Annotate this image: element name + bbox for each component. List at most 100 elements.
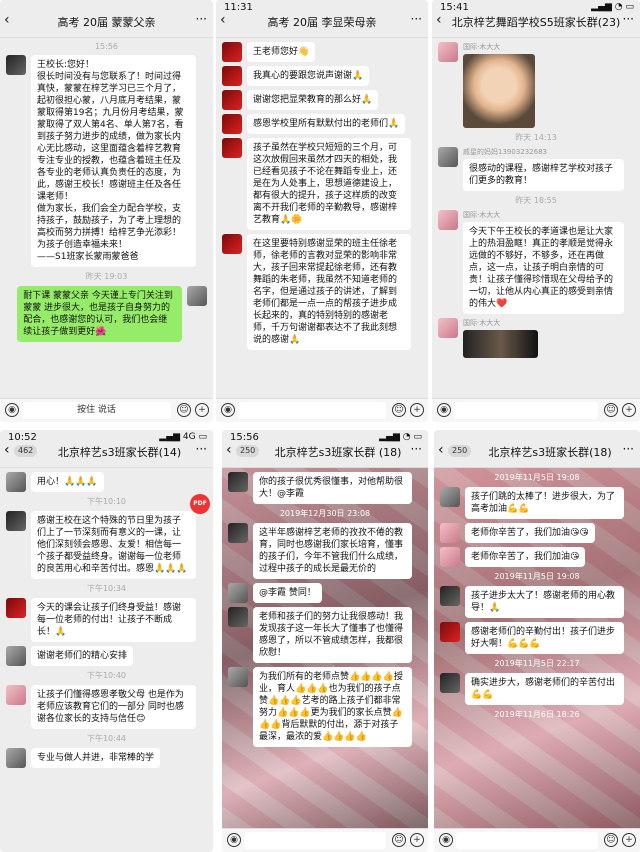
message-row: 谢谢您把显荣教育的那么好🙏 [222, 90, 422, 110]
message-input[interactable] [456, 832, 598, 849]
avatar[interactable] [6, 511, 26, 531]
avatar[interactable] [187, 286, 207, 306]
pdf-float-button[interactable]: PDF [190, 494, 210, 514]
message-bubble[interactable]: 确实进步大，感谢老师们的辛苦付出💪💪 [465, 673, 625, 705]
more-dots-icon[interactable]: ··· [411, 442, 422, 456]
avatar[interactable] [222, 234, 242, 254]
message-bubble[interactable]: 这半年感谢梓艺老师的孜孜不倦的教育，同时也感谢我们家长培育，懂事的孩子们，今年不… [253, 523, 413, 579]
message-bubble[interactable]: 你的孩子很优秀很懂事，对他帮助很大！@李霞 [253, 472, 413, 504]
message-bubble[interactable]: 老师和孩子们的努力让我很感动！我发现孩子这一年长大了懂事了也懂得感恩了，所以不管… [253, 607, 413, 663]
avatar[interactable] [222, 66, 242, 86]
avatar[interactable] [440, 622, 460, 642]
emoji-icon[interactable]: ☺ [604, 403, 618, 417]
avatar[interactable] [222, 90, 242, 110]
message-input[interactable] [244, 832, 386, 849]
message-bubble[interactable]: 专业与做人并进，非常棒的学 [31, 748, 161, 768]
avatar[interactable] [438, 147, 458, 167]
message-input[interactable] [238, 402, 386, 419]
message-bubble[interactable]: 为我们所有的老师点赞👍👍👍👍授业，育人👍👍👍也为我们的孩子点赞👍👍👍艺考的路上孩… [253, 667, 413, 747]
avatar[interactable] [440, 673, 460, 693]
input-bar: ◉ ☺ + [216, 398, 428, 422]
plus-icon[interactable]: + [195, 403, 209, 417]
more-dots-icon[interactable]: ··· [196, 12, 207, 26]
unread-badge: 250 [236, 445, 260, 457]
avatar[interactable] [228, 523, 248, 543]
emoji-icon[interactable]: ☺ [604, 833, 618, 847]
avatar[interactable] [228, 472, 248, 492]
avatar[interactable] [438, 210, 458, 230]
emoji-icon[interactable]: ☺ [392, 403, 406, 417]
back-chevron-icon[interactable]: ‹ [4, 442, 10, 458]
message-bubble[interactable]: 谢谢老师们的精心安排 [31, 646, 134, 666]
plus-icon[interactable]: + [410, 403, 424, 417]
message-bubble[interactable]: 耐下课 蒙蒙父亲 今天谨上专门关注到蒙蒙 进步很大，也是孩子自身努力的配合，也感… [17, 286, 182, 342]
message-list[interactable]: 国际·木大大 昨天 14:13 戚星的妈妈13903232683 很感动的课程，感… [432, 38, 640, 398]
message-bubble[interactable]: 用心！🙏🙏🙏 [31, 472, 104, 492]
message-bubble[interactable]: 老师你辛苦了，我们加油😘 [465, 547, 586, 567]
message-bubble[interactable]: 很感动的课程，感谢梓艺学校对孩子们更多的教育！ [463, 159, 624, 191]
voice-icon[interactable]: ◉ [437, 403, 451, 417]
message-bubble[interactable]: 在这里要特别感谢显荣的班主任徐老师，徐老师的言教对显荣的影响非常大，孩子回来常提… [247, 234, 411, 350]
avatar[interactable] [6, 685, 26, 705]
message-bubble[interactable]: 孩子进步太大了！感谢老师的用心教导！🙏 [465, 586, 625, 618]
more-dots-icon[interactable]: ··· [623, 442, 634, 456]
avatar[interactable] [6, 646, 26, 666]
more-dots-icon[interactable]: ··· [196, 442, 207, 456]
avatar[interactable] [440, 523, 460, 543]
message-bubble[interactable]: @李霞 赞同！ [253, 583, 322, 603]
back-chevron-icon[interactable]: ‹ [220, 12, 226, 28]
message-list[interactable]: 2019年11月5日 19:08 孩子们跳的太棒了！进步很大，为了高考加油💪💪 … [434, 468, 640, 828]
hold-to-talk-button[interactable]: 按住 说话 [22, 402, 171, 419]
message-input[interactable] [454, 402, 598, 419]
emoji-icon[interactable]: ☺ [177, 403, 191, 417]
message-bubble[interactable]: 孩子们跳的太棒了！进步很大，为了高考加油💪💪 [465, 487, 625, 519]
avatar[interactable] [440, 586, 460, 606]
message-bubble[interactable]: 王老师您好👋 [247, 42, 316, 62]
message-bubble[interactable]: 让孩子们懂得感恩孝敬父母 也是作为老师应该教育它们的一部分 同时也感谢各位家长的… [31, 685, 196, 729]
message-list[interactable]: 你的孩子很优秀很懂事，对他帮助很大！@李霞 2019年12月30日 23:08 … [222, 468, 428, 828]
avatar[interactable] [6, 748, 26, 768]
back-chevron-icon[interactable]: ‹ [438, 442, 444, 458]
avatar[interactable] [222, 114, 242, 134]
message-bubble[interactable]: 孩子虽然在学校只短短的三个月，可这次放假回来虽然才四天的相处，我已经看见孩子不论… [247, 138, 411, 230]
avatar[interactable] [228, 607, 248, 627]
back-chevron-icon[interactable]: ‹ [226, 442, 232, 458]
avatar[interactable] [440, 547, 460, 567]
message-list[interactable]: 15:56 王校长:您好！ 很长时间没有与您联系了！时间过得真快，蒙蒙在梓艺学习… [0, 38, 213, 398]
avatar[interactable] [6, 472, 26, 492]
voice-icon[interactable]: ◉ [221, 403, 235, 417]
avatar[interactable] [228, 667, 248, 687]
plus-icon[interactable]: + [410, 833, 424, 847]
message-bubble[interactable]: 谢谢您把显荣教育的那么好🙏 [247, 90, 379, 110]
avatar[interactable] [438, 318, 458, 338]
emoji-icon[interactable]: ☺ [392, 833, 406, 847]
message-bubble[interactable]: 今天下午王校长的孝道课也是让大家上的热泪盈眶！真正的孝顺是觉得永远做的不够好，不… [463, 222, 624, 314]
message-list[interactable]: 用心！🙏🙏🙏 下午10:10 感谢王校在这个特殊的节日里为孩子们上了一节深刻而有… [0, 468, 213, 828]
baby-sticker-image[interactable] [463, 54, 535, 128]
message-bubble[interactable]: 今天的课会让孩子们终身受益！感谢每一位老师的付出！让孩子不断成长！🙏 [31, 598, 196, 642]
avatar[interactable] [6, 55, 26, 75]
message-bubble[interactable]: 感谢老师们的辛勤付出！孩子们进步好大啊！💪💪💪 [465, 622, 625, 654]
message-list[interactable]: 王老师您好👋 我真心的要跟您说声谢谢🙏 谢谢您把显荣教育的那么好🙏 感恩学校里所… [216, 38, 428, 398]
message-bubble[interactable]: 感恩学校里所有默默付出的老师们🙏 [247, 114, 406, 134]
plus-icon[interactable]: + [622, 833, 636, 847]
message-bubble[interactable]: 感谢王校在这个特殊的节日里为孩子们上了一节深刻而有意义的一课，让他们深刻领会感恩… [31, 511, 196, 579]
more-dots-icon[interactable]: ··· [623, 12, 634, 26]
voice-icon[interactable]: ◉ [5, 403, 19, 417]
avatar[interactable] [228, 583, 248, 603]
more-dots-icon[interactable]: ··· [411, 12, 422, 26]
video-thumbnail[interactable] [463, 330, 538, 358]
avatar[interactable] [222, 138, 242, 158]
back-chevron-icon[interactable]: ‹ [436, 12, 442, 28]
back-chevron-icon[interactable]: ‹ [4, 12, 10, 28]
message-bubble[interactable]: 老师你辛苦了，我们加油😘😘 [465, 523, 595, 543]
message-bubble[interactable]: 王校长:您好！ 很长时间没有与您联系了！时间过得真快，蒙蒙在梓艺学习已三个月了，… [31, 55, 196, 267]
message-bubble[interactable]: 我真心的要跟您说声谢谢🙏 [247, 66, 370, 86]
avatar[interactable] [6, 598, 26, 618]
voice-icon[interactable]: ◉ [439, 833, 453, 847]
plus-icon[interactable]: + [622, 403, 636, 417]
avatar[interactable] [440, 487, 460, 507]
avatar[interactable] [222, 42, 242, 62]
avatar[interactable] [438, 42, 458, 62]
voice-icon[interactable]: ◉ [227, 833, 241, 847]
